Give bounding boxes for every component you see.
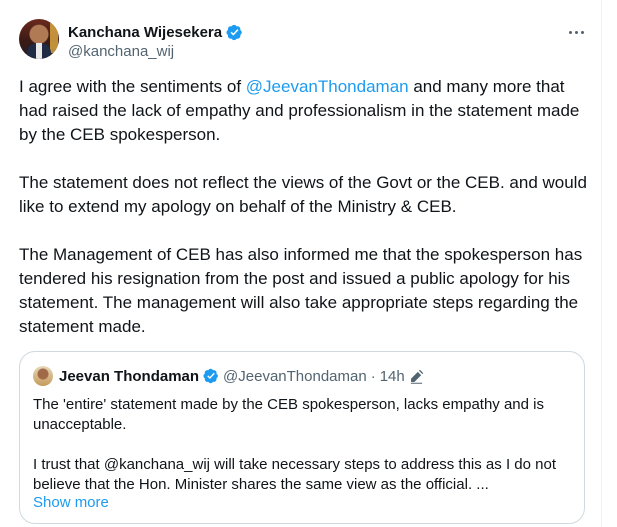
author-handle[interactable]: @kanchana_wij	[68, 43, 174, 60]
author-avatar[interactable]	[19, 19, 59, 59]
tweet-line: The statement does not reflect the views…	[19, 173, 587, 192]
quoted-author-handle: @JeevanThondaman	[223, 367, 367, 385]
quoted-tweet-card[interactable]: Jeevan Thondaman @JeevanThondaman · 14h …	[19, 351, 585, 524]
avatar-flag-background	[50, 23, 58, 53]
column-divider	[601, 0, 602, 527]
avatar-shirt	[36, 43, 42, 59]
edit-pencil-icon	[410, 369, 423, 384]
tweet-line: statement. The management will also take…	[19, 293, 579, 312]
tweet-text: I agree with the sentiments of @JeevanTh…	[19, 75, 591, 339]
author-name-row: Kanchana Wijesekera	[68, 22, 243, 42]
quoted-line: unacceptable.	[33, 416, 127, 433]
verified-badge-icon	[226, 24, 242, 40]
tweet-line: tendered his resignation from the post a…	[19, 269, 570, 288]
quoted-line: The 'entire' statement made by the CEB s…	[33, 396, 544, 413]
more-dots-icon[interactable]	[562, 22, 590, 42]
tweet-line: statement made.	[19, 317, 146, 336]
author-display-name[interactable]: Kanchana Wijesekera	[68, 24, 222, 41]
verified-badge-icon	[203, 368, 218, 384]
quoted-line: believe that the Hon. Minister shares th…	[33, 476, 489, 493]
quoted-author-name: Jeevan Thondaman	[59, 367, 200, 385]
quoted-tweet-time: 14h	[379, 367, 405, 385]
mention-link[interactable]: @JeevanThondaman	[246, 77, 409, 96]
tweet-line: had raised the lack of empathy and profe…	[19, 101, 580, 120]
show-more-link[interactable]: Show more	[33, 494, 109, 511]
separator-dot: ·	[370, 367, 376, 385]
quoted-tweet-header: Jeevan Thondaman @JeevanThondaman · 14h	[59, 366, 424, 386]
quoted-line: I trust that @kanchana_wij will take nec…	[33, 456, 556, 473]
quoted-author-avatar	[33, 366, 53, 386]
quoted-tweet-text: The 'entire' statement made by the CEB s…	[33, 395, 573, 495]
tweet-line: The Management of CEB has also informed …	[19, 245, 583, 264]
tweet-line: I agree with the sentiments of @JeevanTh…	[19, 77, 565, 96]
tweet-line: like to extend my apology on behalf of t…	[19, 197, 457, 216]
tweet-line: by the CEB spokesperson.	[19, 125, 221, 144]
